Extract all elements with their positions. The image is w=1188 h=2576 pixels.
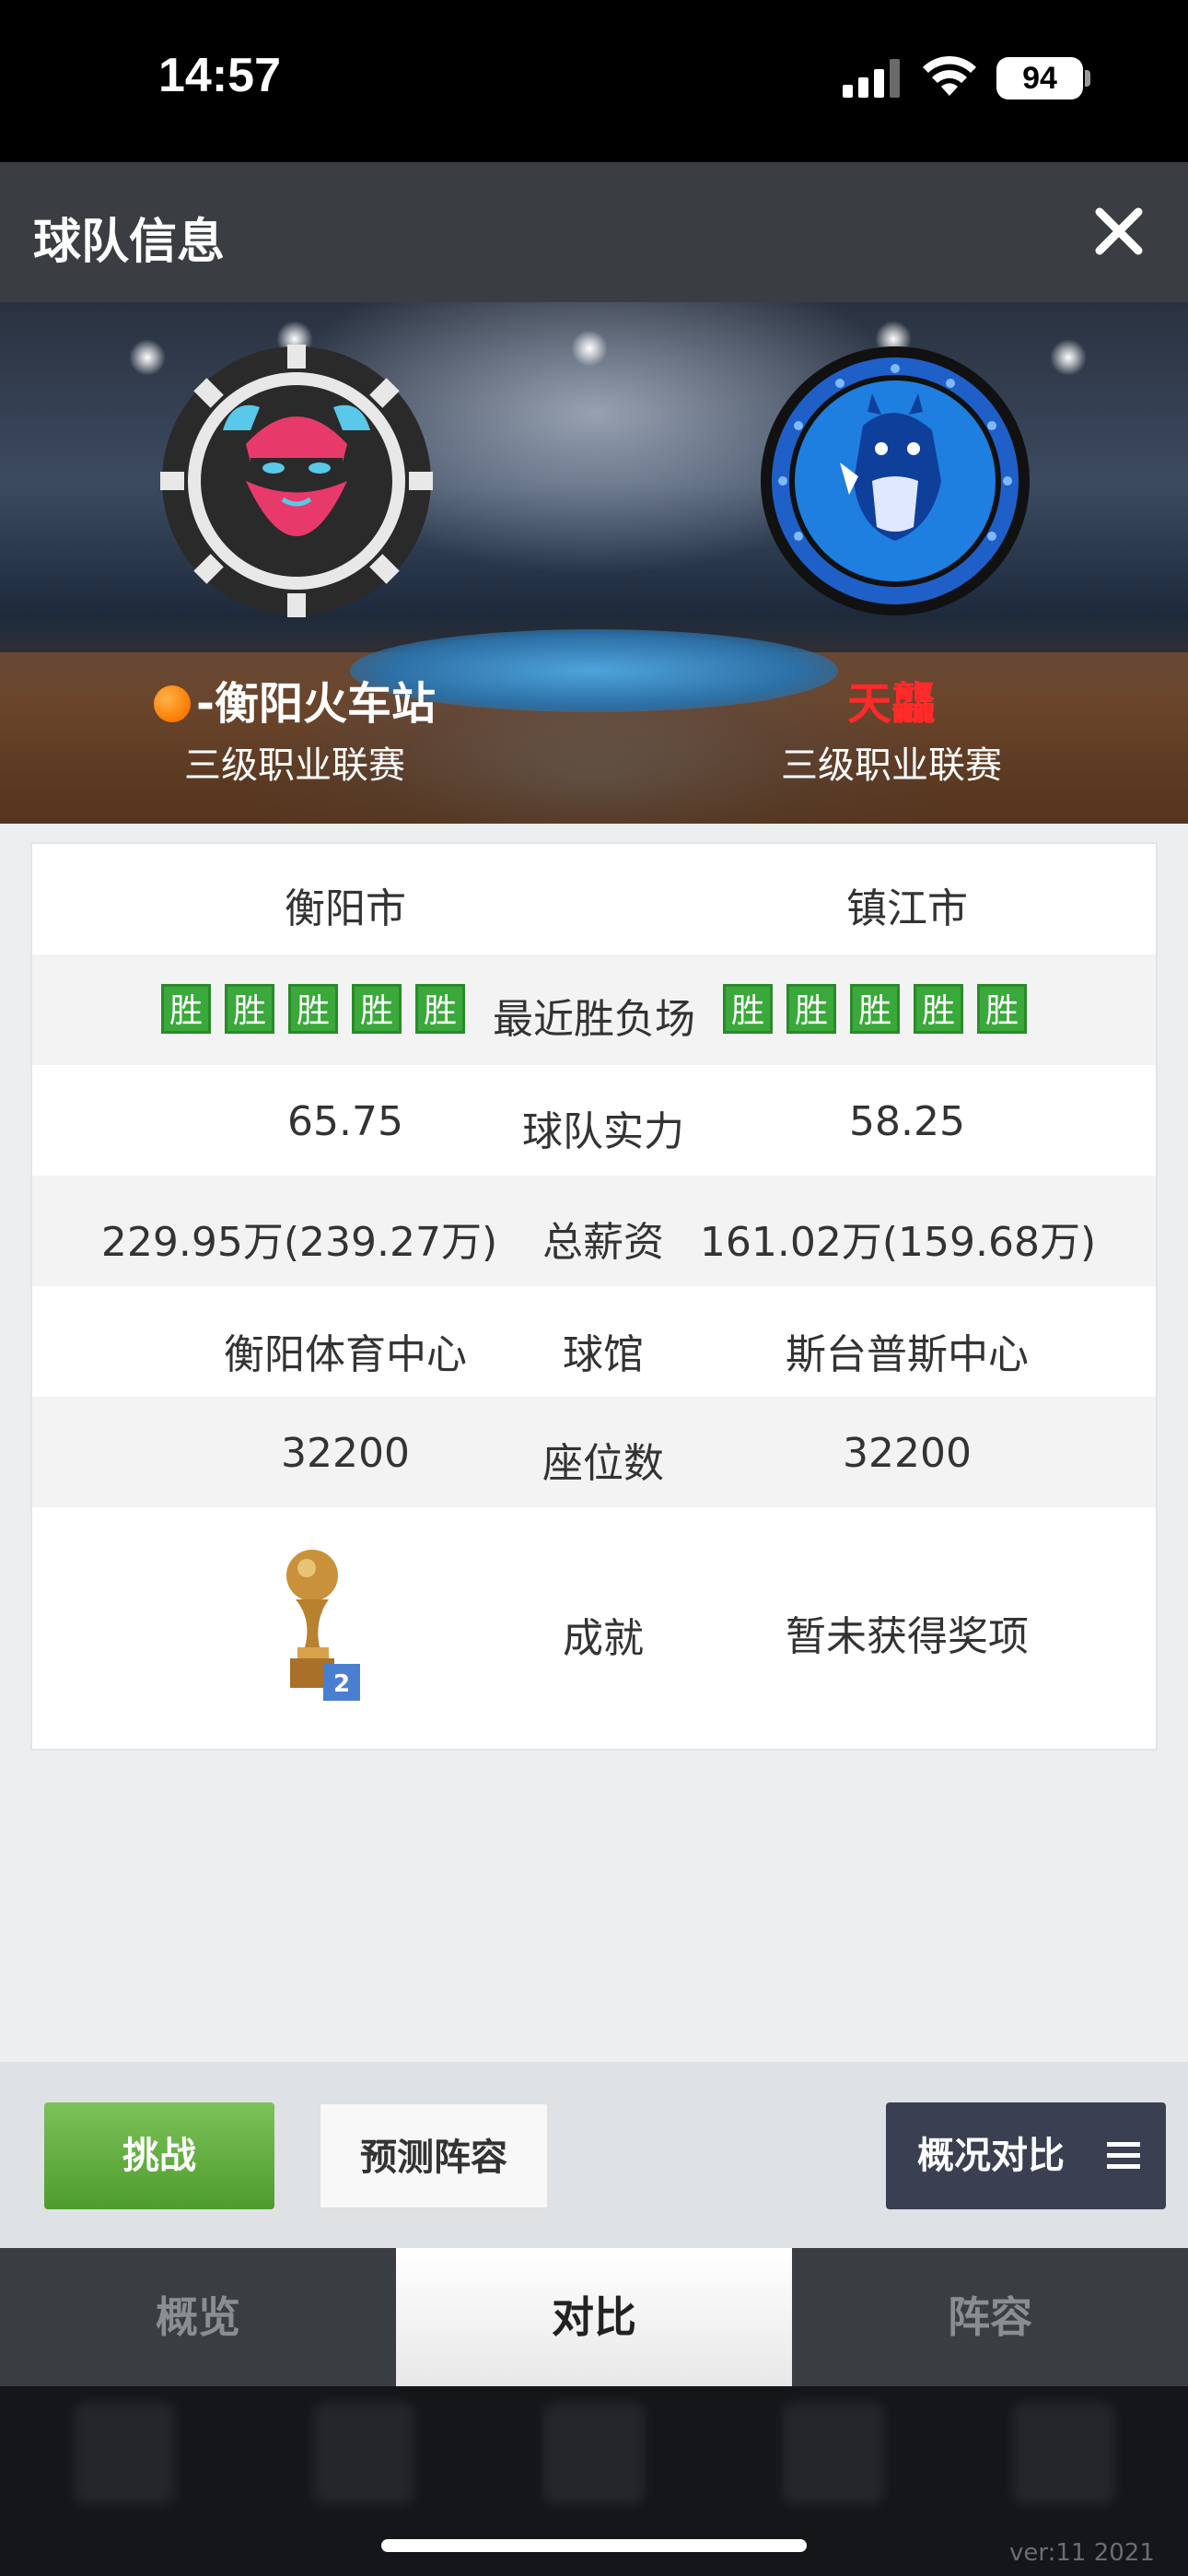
overview-compare-label: 概况对比 [917, 2135, 1065, 2177]
home-team-name: -衡阳火车站 [64, 667, 525, 732]
away-recent-result: 胜 [786, 984, 836, 1034]
arena-row: 衡阳体育中心 球馆 斯台普斯中心 [32, 1286, 1156, 1397]
home-recent-result: 胜 [225, 984, 274, 1034]
away-recent-result: 胜 [850, 984, 900, 1034]
page-header: 球队信息 [0, 162, 1188, 302]
team-banner: -衡阳火车站 天龘 三级职业联赛 三级职业联赛 [0, 302, 1188, 824]
away-strength: 58.25 [849, 1098, 965, 1145]
predict-lineup-button[interactable]: 预测阵容 [319, 2102, 549, 2209]
away-recent-result: 胜 [723, 984, 773, 1034]
city-row: 衡阳市 镇江市 [32, 844, 1156, 954]
away-salary: 161.02万(159.68万) [699, 1219, 1097, 1266]
home-recent-result: 胜 [288, 984, 338, 1034]
away-recent-result: 胜 [914, 984, 963, 1034]
home-recent-result: 胜 [161, 984, 211, 1034]
recent-results-label: 最近胜负场 [493, 996, 695, 1043]
away-team-league: 三级职业联赛 [781, 744, 1002, 787]
away-recent-result: 胜 [977, 984, 1027, 1034]
blurred-nav-icon [543, 2403, 645, 2504]
page-title: 球队信息 [33, 215, 226, 270]
away-team-name: 天龘 [846, 678, 936, 730]
version-label: ver:11 2021 [1009, 2539, 1155, 2567]
menu-icon [1107, 2142, 1140, 2169]
battery-level: 94 [996, 57, 1083, 100]
tab-lineup[interactable]: 阵容 [792, 2248, 1188, 2386]
status-bar: 14:57 94 [0, 0, 1188, 162]
cellular-signal-icon [843, 59, 900, 98]
stadium-light [571, 330, 608, 367]
achievement-label: 成就 [563, 1615, 644, 1662]
home-arena: 衡阳体育中心 [224, 1331, 467, 1378]
trophy-count: 2 [333, 1670, 350, 1698]
challenge-button[interactable]: 挑战 [44, 2102, 274, 2209]
recent-results-row: 胜 胜 胜 胜 胜 最近胜负场 胜 胜 胜 胜 胜 [32, 954, 1156, 1065]
home-team-name-text: -衡阳火车站 [196, 678, 436, 730]
away-seats: 32200 [843, 1430, 972, 1477]
home-recent-result: 胜 [415, 984, 465, 1034]
seats-label: 座位数 [542, 1440, 664, 1487]
overview-compare-button[interactable]: 概况对比 [886, 2102, 1166, 2209]
away-arena: 斯台普斯中心 [786, 1331, 1029, 1378]
strength-label: 球队实力 [522, 1108, 684, 1155]
salary-label: 总薪资 [542, 1219, 664, 1266]
team-comparison-table: 衡阳市 镇江市 胜 胜 胜 胜 胜 最近胜负场 胜 胜 胜 胜 胜 65.75 … [30, 842, 1158, 1751]
achievement-row: 成就 暂未获得奖项 [32, 1507, 1156, 1749]
home-recent-result: 胜 [352, 984, 402, 1034]
blurred-nav-icon [1013, 2403, 1114, 2504]
blurred-nav-icon [313, 2403, 414, 2504]
salary-row: 229.95万(239.27万) 总薪资 161.02万(159.68万) [32, 1176, 1156, 1286]
tab-overview[interactable]: 概览 [0, 2248, 396, 2386]
wifi-icon [923, 55, 976, 96]
seats-row: 32200 座位数 32200 [32, 1397, 1156, 1507]
close-icon[interactable] [1087, 199, 1151, 263]
action-bar: 挑战 预测阵容 概况对比 [0, 2062, 1188, 2248]
home-indicator[interactable] [381, 2539, 807, 2552]
status-time: 14:57 [158, 49, 281, 102]
home-seats: 32200 [281, 1430, 410, 1477]
tab-bar: 概览 对比 阵容 [0, 2248, 1188, 2386]
away-team-logo [761, 346, 1030, 615]
home-team-league: 三级职业联赛 [184, 744, 405, 787]
home-strength: 65.75 [287, 1098, 403, 1145]
home-team-logo [160, 345, 433, 617]
orange-icon [154, 685, 192, 722]
blurred-nav-icon [783, 2403, 884, 2504]
stadium-light [1050, 339, 1087, 376]
home-city: 衡阳市 [285, 885, 406, 932]
trophy-icon[interactable]: 2 [277, 1546, 369, 1703]
tab-compare[interactable]: 对比 [396, 2248, 792, 2386]
away-achievement: 暂未获得奖项 [786, 1613, 1029, 1660]
battery-tip [1085, 70, 1090, 87]
home-salary: 229.95万(239.27万) [100, 1219, 498, 1266]
blurred-nav-icon [74, 2403, 175, 2504]
away-city: 镇江市 [846, 885, 968, 932]
arena-label: 球馆 [563, 1331, 644, 1378]
strength-row: 65.75 球队实力 58.25 [32, 1065, 1156, 1176]
